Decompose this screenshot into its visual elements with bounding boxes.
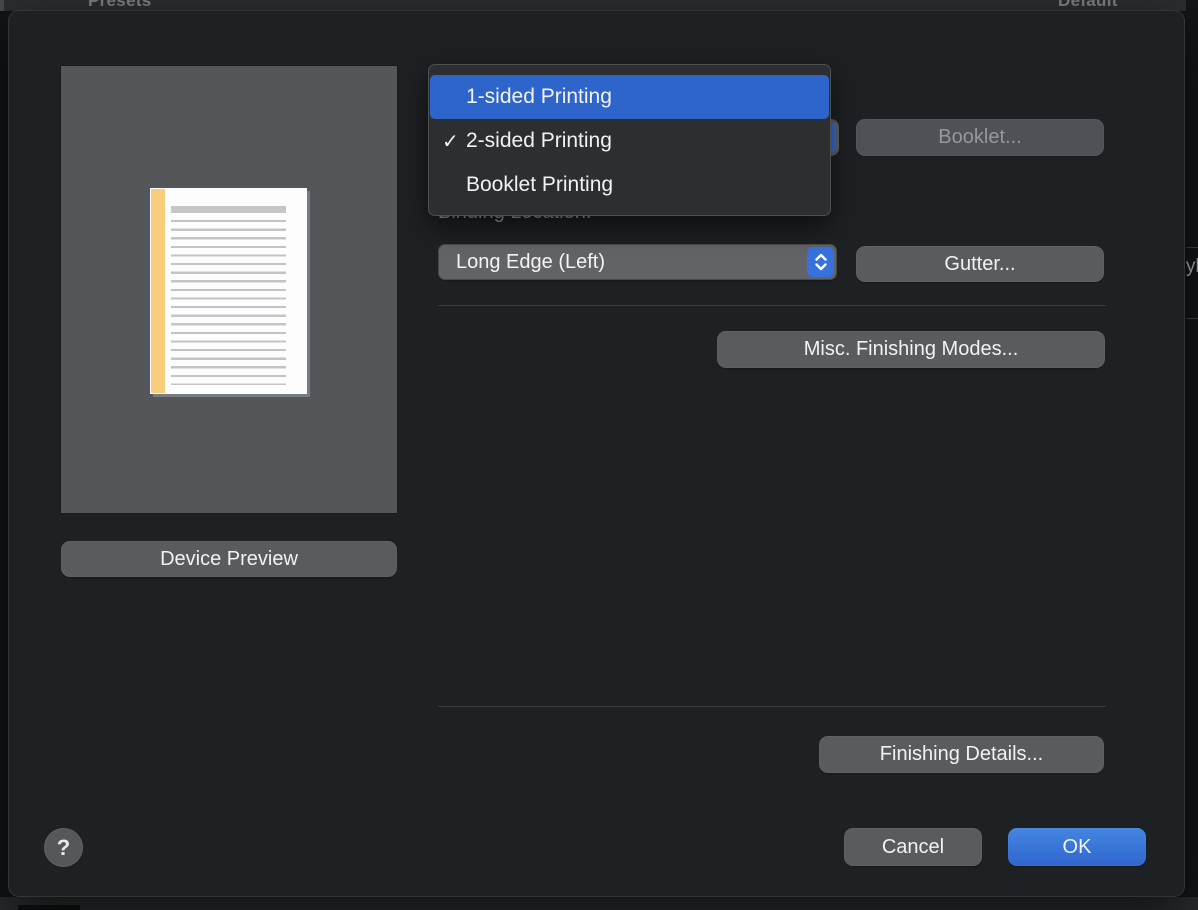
popup-chevrons-icon: [807, 247, 834, 277]
menu-item-label: Booklet Printing: [466, 173, 613, 197]
document-preview-thumbnail: [150, 188, 307, 394]
device-preview-label: Device Preview: [160, 548, 298, 571]
separator: [438, 706, 1106, 707]
gutter-label: Gutter...: [944, 253, 1015, 276]
print-style-menu: 1-sided Printing ✓ 2-sided Printing Book…: [428, 64, 831, 216]
booklet-button: Booklet...: [856, 119, 1104, 156]
document-binding-edge: [151, 189, 165, 393]
help-button[interactable]: ?: [44, 828, 83, 867]
device-preview-button[interactable]: Device Preview: [61, 541, 397, 577]
gutter-button[interactable]: Gutter...: [856, 246, 1104, 282]
menu-item-2-sided-printing[interactable]: ✓ 2-sided Printing: [430, 119, 829, 163]
document-text-lines: [171, 220, 286, 385]
checkmark-icon: ✓: [442, 129, 466, 154]
misc-finishing-modes-button[interactable]: Misc. Finishing Modes...: [717, 331, 1105, 368]
background-divider: [1186, 318, 1198, 319]
ok-button[interactable]: OK: [1008, 828, 1146, 866]
finishing-details-button[interactable]: Finishing Details...: [819, 736, 1104, 773]
help-icon: ?: [57, 835, 70, 861]
cancel-label: Cancel: [882, 836, 944, 859]
booklet-label: Booklet...: [938, 126, 1021, 149]
separator: [438, 305, 1106, 306]
document-title-line: [171, 206, 286, 213]
menu-item-1-sided-printing[interactable]: 1-sided Printing: [430, 75, 829, 119]
background-notch: [18, 905, 80, 910]
binding-location-value: Long Edge (Left): [456, 251, 605, 274]
ok-label: OK: [1063, 836, 1092, 859]
background-window-bottom-edge: [0, 897, 1198, 910]
background-window-right-edge: yb: [1186, 0, 1198, 910]
cancel-button[interactable]: Cancel: [844, 828, 982, 866]
background-window-border: [0, 0, 4, 11]
printer-features-dialog: Device Preview Booklet... Binding Locati…: [8, 10, 1185, 897]
menu-item-booklet-printing[interactable]: Booklet Printing: [430, 163, 829, 207]
finishing-details-label: Finishing Details...: [880, 743, 1043, 766]
background-clipped-text: yb: [1186, 256, 1198, 278]
print-preview-panel: [60, 65, 398, 514]
binding-location-popup[interactable]: Long Edge (Left): [438, 244, 837, 280]
menu-item-label: 1-sided Printing: [466, 85, 612, 109]
background-divider: [1186, 247, 1198, 248]
misc-finishing-modes-label: Misc. Finishing Modes...: [804, 338, 1019, 361]
menu-item-label: 2-sided Printing: [466, 129, 612, 153]
